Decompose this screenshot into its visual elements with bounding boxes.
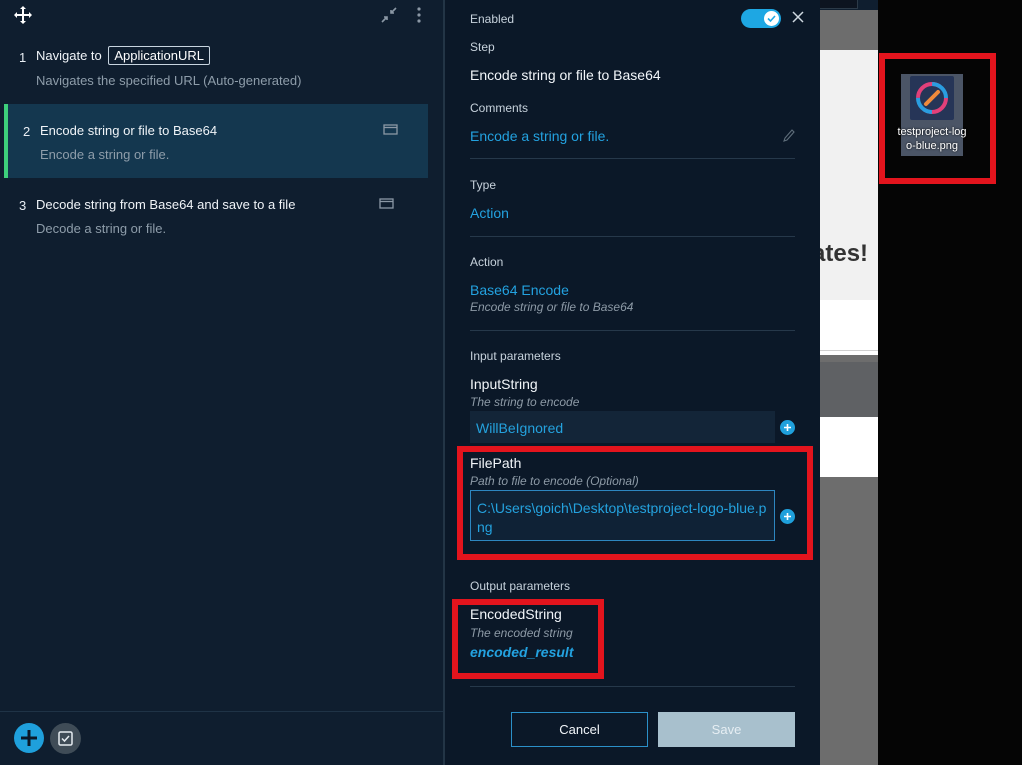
step-item-2[interactable]: 2 Encode string or file to Base64 Encode… — [4, 104, 428, 178]
annotation-box-filepath — [457, 446, 813, 560]
cancel-button[interactable]: Cancel — [511, 712, 648, 747]
input-string-add-button[interactable] — [780, 420, 795, 435]
kebab-icon[interactable] — [414, 5, 424, 25]
validate-button[interactable] — [50, 723, 81, 754]
annotation-box-desktop-file — [879, 53, 996, 184]
action-label: Action — [470, 255, 504, 269]
steps-panel-footer — [0, 711, 443, 765]
step-title: Encode string or file to Base64 — [40, 123, 218, 138]
step-item-3[interactable]: 3 Decode string from Base64 and save to … — [0, 178, 428, 252]
comments-value[interactable]: Encode a string or file. — [470, 128, 609, 144]
annotation-box-output — [452, 599, 604, 679]
input-string-field[interactable]: WillBeIgnored — [470, 411, 775, 443]
check-icon — [767, 15, 776, 23]
input-string-hint: The string to encode — [470, 395, 580, 409]
step-card-icon[interactable] — [383, 123, 398, 135]
step-subtitle: Navigates the specified URL (Auto-genera… — [36, 73, 302, 88]
action-hint: Encode string or file to Base64 — [470, 300, 634, 314]
step-number: 1 — [19, 50, 27, 65]
type-value[interactable]: Action — [470, 205, 509, 221]
web-content-area-2 — [820, 417, 878, 477]
step-label: Step — [470, 40, 495, 54]
step-title: Navigate to ApplicationURL — [36, 46, 210, 65]
input-parameters-label: Input parameters — [470, 349, 561, 363]
add-icon — [21, 730, 37, 746]
step-name-value[interactable]: Encode string or file to Base64 — [470, 67, 661, 83]
parameter-pill: ApplicationURL — [108, 46, 210, 65]
save-button[interactable]: Save — [658, 712, 795, 747]
divider — [470, 686, 795, 687]
step-title-prefix: Navigate to — [36, 48, 102, 63]
check-icon — [58, 731, 73, 746]
action-value[interactable]: Base64 Encode — [470, 282, 569, 298]
step-number: 3 — [19, 198, 27, 213]
toggle-knob — [764, 11, 779, 26]
type-label: Type — [470, 178, 497, 192]
input-string-name: InputString — [470, 376, 538, 392]
close-icon[interactable] — [790, 9, 806, 25]
collapse-icon[interactable] — [380, 6, 398, 24]
step-item-1[interactable]: 1 Navigate to ApplicationURL Navigates t… — [0, 30, 428, 104]
web-divider — [820, 350, 878, 351]
add-step-button[interactable] — [14, 723, 44, 753]
steps-panel-header — [0, 0, 443, 30]
background-web-page: ates! — [812, 0, 878, 765]
output-parameters-label: Output parameters — [470, 579, 571, 593]
screen: ates! testproject-logo-blue.png 1 Naviga… — [0, 0, 1022, 765]
web-dark-band — [820, 362, 878, 417]
enabled-label: Enabled — [470, 12, 515, 26]
steps-panel: 1 Navigate to ApplicationURL Navigates t… — [0, 0, 443, 765]
step-card-icon[interactable] — [379, 197, 394, 209]
divider — [470, 330, 795, 331]
step-subtitle: Encode a string or file. — [40, 147, 170, 162]
comments-label: Comments — [470, 101, 529, 115]
step-subtitle: Decode a string or file. — [36, 221, 167, 236]
divider — [470, 236, 795, 237]
divider — [470, 158, 795, 159]
web-heading-fragment: ates! — [812, 240, 869, 267]
enabled-toggle[interactable] — [741, 9, 781, 28]
step-number: 2 — [23, 124, 31, 139]
plus-icon — [784, 424, 791, 431]
pencil-icon[interactable] — [783, 129, 795, 143]
move-icon[interactable] — [13, 5, 33, 25]
step-title: Decode string from Base64 and save to a … — [36, 197, 296, 212]
